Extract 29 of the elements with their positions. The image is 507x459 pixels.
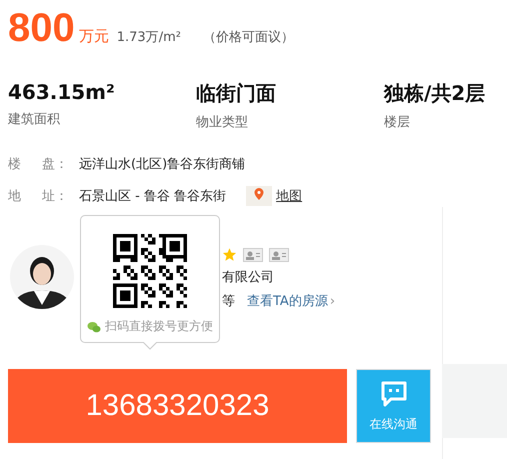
agent-company: 有限公司 (222, 269, 274, 286)
price-note: （价格可面议） (202, 29, 294, 46)
stat-value: 临街门面 (196, 80, 277, 107)
agent-level: 等 (222, 293, 235, 310)
detail-label: 盘： (42, 156, 69, 173)
id-card-icon (243, 248, 263, 262)
detail-label: 地 (8, 188, 22, 205)
wechat-icon (87, 320, 101, 332)
star-icon (222, 247, 237, 262)
stat-value: 463.15m² (8, 80, 116, 104)
map-link[interactable]: 地图 (276, 187, 302, 205)
stat-label: 物业类型 (196, 114, 249, 131)
listings-link[interactable]: 查看TA的房源 (247, 292, 328, 310)
qr-caption: 扫码直接拨号更方便 (105, 318, 213, 335)
price-unit: 万元 (78, 27, 109, 46)
detail-value: 远洋山水(北区)鲁谷东街商铺 (79, 156, 246, 173)
chevron-icon: › (330, 294, 336, 308)
phone-button[interactable]: 13683320323 (8, 369, 347, 443)
stat-value: 独栋/共2层 (384, 80, 486, 107)
stat-label: 楼层 (384, 114, 411, 131)
stat-label: 建筑面积 (8, 111, 61, 128)
detail-value: 石景山区 - 鲁谷 鲁谷东街 (79, 188, 226, 205)
price-amount: 800 (8, 6, 75, 51)
unit-price: 1.73万/m² (116, 29, 181, 46)
map-pin-icon (246, 186, 272, 206)
detail-label: 址： (42, 188, 69, 205)
chat-bubble-icon (378, 380, 408, 410)
detail-label: 楼 (8, 156, 22, 173)
contact-card-icon (269, 248, 289, 262)
